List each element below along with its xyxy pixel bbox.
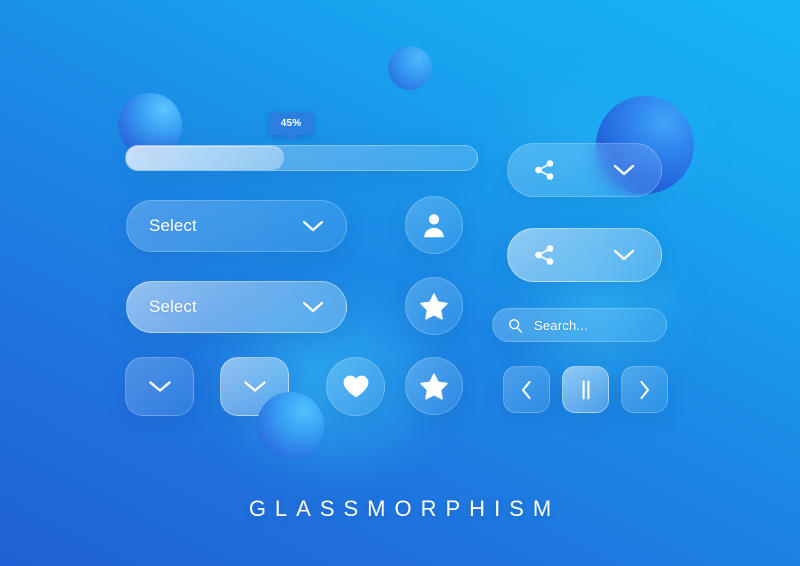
search-icon (508, 318, 523, 333)
next-button[interactable] (621, 366, 668, 413)
chevron-down-icon (243, 379, 267, 394)
select-dropdown-2-label: Select (149, 297, 197, 316)
glassmorphism-ui-kit: 45% Select Select Search... GLASSMORPHIS… (0, 0, 800, 566)
select-dropdown-1-label: Select (149, 216, 197, 235)
sphere-bottom-center (257, 392, 324, 459)
progress-bar-track[interactable] (125, 145, 478, 171)
star-icon (420, 293, 448, 320)
select-dropdown-1[interactable]: Select (126, 200, 347, 252)
heart-button[interactable] (326, 357, 385, 416)
chevron-down-icon (148, 379, 172, 394)
page-title: GLASSMORPHISM (248, 496, 561, 521)
chevron-down-icon (302, 300, 324, 314)
share-pill-2[interactable] (507, 228, 662, 282)
progress-value-label: 45% (280, 118, 302, 129)
progress-value-badge: 45% (269, 112, 313, 135)
previous-button[interactable] (503, 366, 550, 413)
share-pill-1[interactable] (507, 143, 662, 197)
chevron-down-icon[interactable] (613, 163, 635, 177)
chevron-left-icon (520, 380, 533, 400)
heart-icon (342, 374, 370, 399)
pause-icon (579, 380, 593, 400)
sphere-top-center (388, 46, 432, 90)
person-button[interactable] (405, 196, 463, 254)
star-icon (420, 373, 448, 400)
progress-bar-fill (126, 146, 284, 170)
share-icon[interactable] (534, 159, 555, 181)
person-icon (422, 212, 446, 238)
star-button-1[interactable] (405, 277, 463, 335)
search-input[interactable]: Search... (534, 318, 588, 333)
star-button-2[interactable] (405, 357, 463, 415)
chevron-button-1[interactable] (125, 357, 194, 416)
pause-button[interactable] (562, 366, 609, 413)
chevron-right-icon (638, 380, 651, 400)
share-icon[interactable] (534, 244, 555, 266)
chevron-down-icon[interactable] (613, 248, 635, 262)
select-dropdown-2[interactable]: Select (126, 281, 347, 333)
search-bar[interactable]: Search... (492, 308, 667, 342)
chevron-down-icon (302, 219, 324, 233)
